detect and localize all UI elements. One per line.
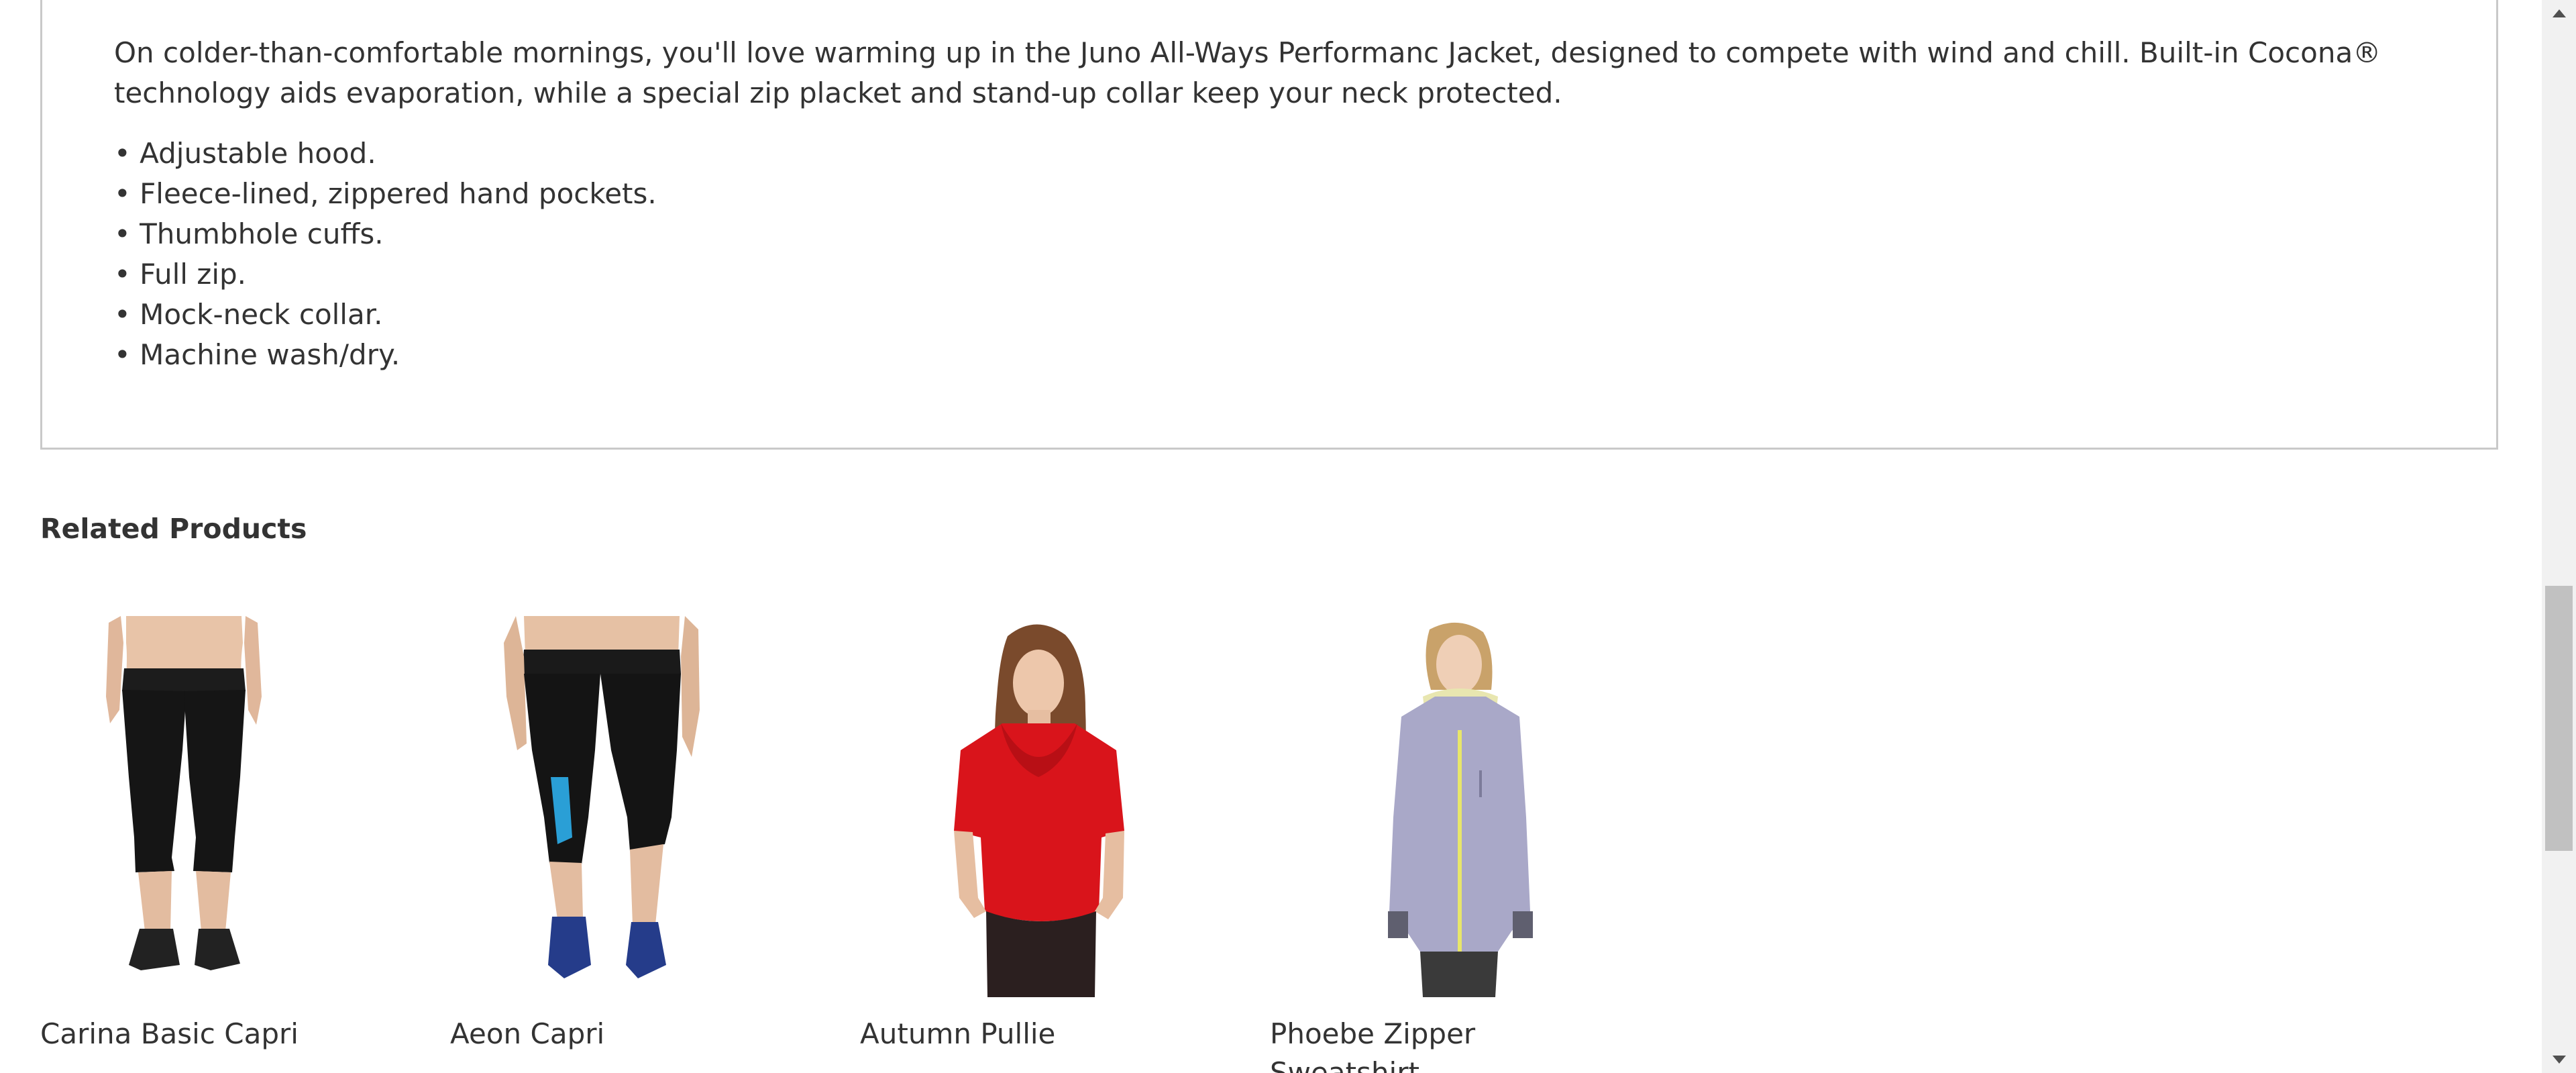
product-card: Autumn Pullie — [860, 616, 1236, 1050]
product-image-red-pullover[interactable] — [860, 616, 1236, 997]
feature-item: • Adjustable hood. — [114, 137, 376, 170]
product-card: Carina Basic Capri — [40, 616, 416, 1050]
product-image-grey-zip-sweatshirt[interactable] — [1270, 616, 1646, 997]
scroll-up-arrow-icon[interactable] — [2542, 0, 2576, 27]
description-paragraph: On colder-than-comfortable mornings, you… — [114, 36, 2381, 109]
feature-item: • Machine wash/dry. — [114, 338, 400, 371]
scrollbar-thumb[interactable] — [2545, 586, 2573, 851]
product-name-link[interactable]: Phoebe Zipper Sweatshirt — [1270, 1015, 1578, 1073]
vertical-scrollbar[interactable] — [2542, 0, 2576, 1073]
feature-item: • Full zip. — [114, 258, 247, 291]
product-card: Phoebe Zipper Sweatshirt — [1270, 616, 1646, 1073]
page-content: On colder-than-comfortable mornings, you… — [0, 0, 2542, 1073]
product-name-link[interactable]: Aeon Capri — [450, 1015, 759, 1054]
feature-item: • Fleece-lined, zippered hand pockets. — [114, 177, 657, 210]
product-image-capri-black-blue[interactable] — [450, 616, 826, 997]
product-image-capri-black[interactable] — [40, 616, 416, 997]
product-description-panel: On colder-than-comfortable mornings, you… — [40, 0, 2498, 450]
related-products-heading: Related Products — [40, 513, 307, 545]
scroll-down-arrow-icon[interactable] — [2542, 1046, 2576, 1073]
product-name-link[interactable]: Carina Basic Capri — [40, 1015, 349, 1054]
feature-list: • Adjustable hood. • Fleece-lined, zippe… — [114, 134, 657, 375]
feature-item: • Mock-neck collar. — [114, 298, 383, 331]
product-card: Aeon Capri — [450, 616, 826, 1050]
product-name-link[interactable]: Autumn Pullie — [860, 1015, 1169, 1054]
feature-item: • Thumbhole cuffs. — [114, 217, 384, 250]
